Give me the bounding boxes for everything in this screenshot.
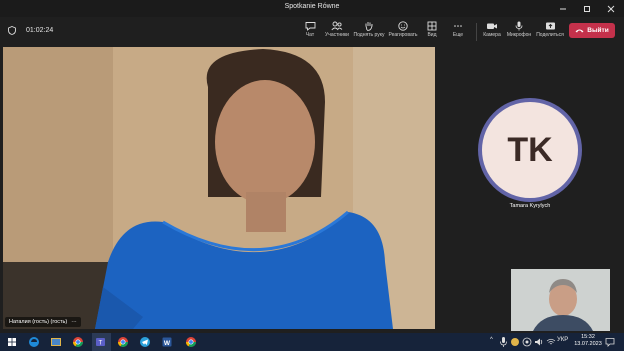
- word-icon[interactable]: W: [160, 335, 174, 349]
- camera-icon: [487, 23, 497, 29]
- avatar-participant-name: Tamara Kyrylych: [509, 203, 551, 209]
- wifi-icon[interactable]: [546, 337, 556, 347]
- taskbar-clock[interactable]: 15:32 13.07.2023: [572, 334, 604, 348]
- participants-icon: [331, 21, 343, 31]
- raise-hand-label: Поднять руку: [353, 32, 385, 38]
- edge-browser-icon[interactable]: [27, 335, 41, 349]
- clock-date: 13.07.2023: [574, 341, 602, 347]
- microphone-icon: [515, 21, 523, 31]
- main-participant-video: [3, 47, 435, 329]
- window-title: Spotkanie Równe: [284, 3, 340, 10]
- telegram-icon[interactable]: [138, 335, 152, 349]
- svg-text:W: W: [164, 340, 171, 347]
- volume-icon[interactable]: [534, 337, 544, 347]
- clock-time: 15:32: [581, 334, 595, 340]
- meeting-timer: 01:02:24: [26, 27, 54, 34]
- smiley-icon: [398, 21, 408, 31]
- main-participant-name: Наталия (гость) (гость): [9, 319, 68, 325]
- tray-overflow-icon[interactable]: ^: [490, 337, 493, 343]
- chrome-icon[interactable]: [116, 335, 130, 349]
- share-screen-icon: [545, 22, 555, 30]
- minimize-icon: [560, 8, 566, 9]
- more-button[interactable]: Еще: [440, 21, 476, 43]
- svg-text:T: T: [99, 341, 103, 347]
- windows-taskbar: T W ^ УКР 15:32 13.07.2023: [0, 333, 624, 351]
- shield-icon: [8, 26, 16, 35]
- leave-label: Выйти: [587, 27, 609, 34]
- share-button[interactable]: Поделиться: [532, 21, 568, 43]
- close-button[interactable]: [600, 0, 622, 17]
- grid-view-icon: [427, 21, 437, 31]
- leave-button[interactable]: Выйти: [569, 23, 615, 38]
- teams-icon[interactable]: T: [94, 335, 108, 349]
- minimize-button[interactable]: [552, 0, 574, 17]
- tray-status-icon[interactable]: [510, 337, 520, 347]
- meeting-toolbar: 01:02:24 Чат Участники Поднять руку Реаг…: [0, 17, 624, 45]
- close-icon: [607, 5, 615, 12]
- title-bar: Spotkanie Równe: [0, 0, 624, 17]
- image-viewer-icon[interactable]: [49, 335, 63, 349]
- notifications-icon[interactable]: [605, 337, 615, 347]
- speaking-ring: TK: [478, 98, 582, 202]
- participant-more-button[interactable]: ···: [71, 319, 77, 325]
- chat-icon: [305, 22, 315, 31]
- main-participant-nameplate: Наталия (гость) (гость) ···: [5, 317, 81, 327]
- more-label: Еще: [452, 32, 464, 38]
- participants-button[interactable]: Участники: [319, 21, 355, 43]
- language-indicator[interactable]: УКР: [557, 337, 568, 343]
- raise-hand-button[interactable]: Поднять руку: [351, 21, 387, 43]
- maximize-button[interactable]: [576, 0, 598, 17]
- chrome-icon[interactable]: [184, 335, 198, 349]
- share-label: Поделиться: [536, 32, 564, 38]
- self-view-video[interactable]: [511, 269, 610, 331]
- more-icon: [454, 25, 462, 27]
- participants-label: Участники: [325, 32, 349, 38]
- windows-start-icon[interactable]: [5, 335, 19, 349]
- avatar: TK: [482, 102, 578, 198]
- maximize-icon: [584, 5, 590, 12]
- tray-network-icon[interactable]: [522, 337, 532, 347]
- hang-up-icon: [575, 29, 584, 33]
- hand-icon: [365, 22, 373, 31]
- tray-mic-icon[interactable]: [499, 336, 508, 348]
- participant-video-frame: [3, 47, 435, 329]
- chrome-icon[interactable]: [71, 335, 85, 349]
- self-view-frame: [511, 269, 610, 331]
